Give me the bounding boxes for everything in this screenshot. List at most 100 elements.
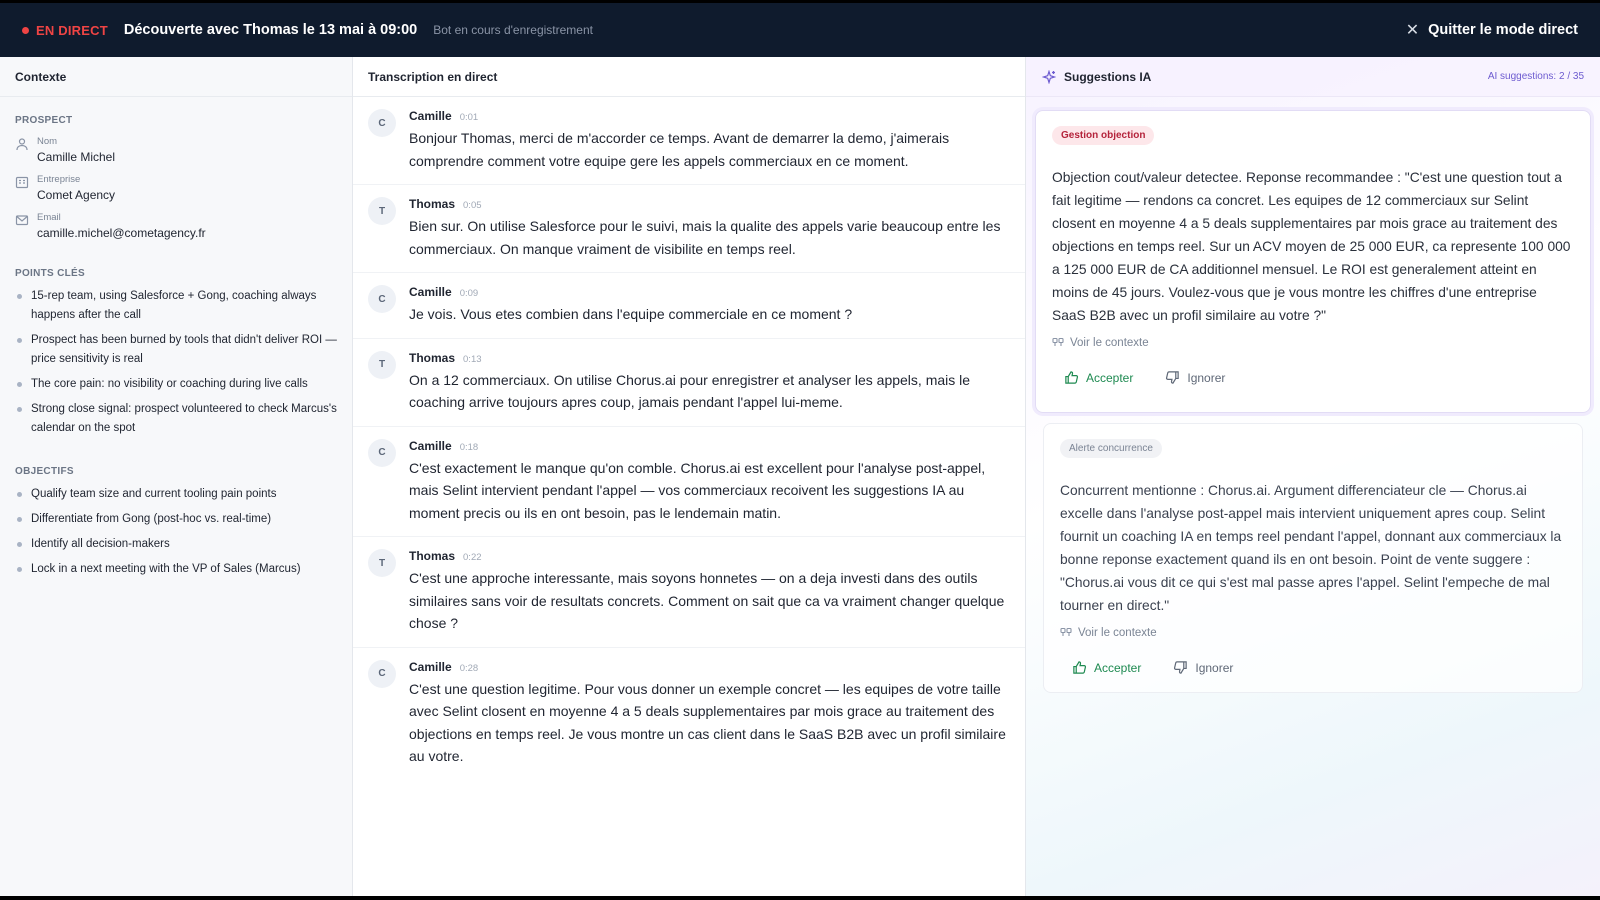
message-text: On a 12 commerciaux. On utilise Chorus.a… — [409, 371, 971, 411]
view-context-link[interactable]: Voir le contexte — [1052, 337, 1574, 349]
list-item: 15-rep team, using Salesforce + Gong, co… — [15, 287, 337, 325]
live-dot-icon — [22, 26, 29, 34]
transcript-message: C Camille 0:18 C'est exactement le manque… — [353, 427, 1025, 537]
suggestion-text: Concurrent mentionne : Chorus.ai. Argume… — [1060, 483, 1562, 613]
list-item: Differentiate from Gong (post-hoc vs. re… — [15, 510, 337, 529]
speaker-name: Camille — [409, 659, 452, 674]
transcript-panel-title: Transcription en direct — [353, 57, 1025, 97]
avatar: C — [368, 285, 396, 313]
prospect-email-label: Email — [37, 212, 61, 223]
bullet-icon — [17, 517, 22, 522]
key-point-text: Strong close signal: prospect volunteere… — [31, 403, 337, 434]
avatar: C — [368, 438, 396, 467]
objective-text: Lock in a next meeting with the VP of Sa… — [31, 563, 301, 575]
bullet-icon — [17, 492, 22, 497]
message-timestamp: 0:09 — [459, 288, 479, 299]
prospect-email-field: Email camille.michel@cometagency.fr — [15, 212, 337, 240]
ignore-label: Ignorer — [1187, 370, 1226, 385]
message-text: Je vois. Vous etes combien dans l'equipe… — [409, 306, 853, 322]
accept-label: Accepter — [1086, 370, 1134, 385]
list-item: Prospect has been burned by tools that d… — [15, 331, 337, 369]
main-area: Contexte PROSPECT Nom Camille Michel Ent… — [0, 57, 1600, 896]
thumbs-up-icon — [1065, 371, 1079, 384]
ignore-label: Ignorer — [1195, 660, 1234, 675]
speaker-name: Thomas — [409, 549, 456, 563]
quit-label: Quitter le mode direct — [1428, 22, 1578, 38]
suggestion-card-objection: Gestion objection Objection cout/valeur … — [1035, 110, 1591, 413]
suggestion-badge: Gestion objection — [1052, 126, 1155, 145]
meeting-title: Découverte avec Thomas le 13 mai à 09:00 — [123, 22, 418, 38]
prospect-email-value: camille.michel@cometagency.fr — [37, 226, 206, 240]
accept-button[interactable]: Accepter — [1060, 653, 1153, 682]
list-item: Lock in a next meeting with the VP of Sa… — [15, 560, 337, 579]
objectives-list: Qualify team size and current tooling pa… — [15, 485, 337, 579]
transcript-message: C Camille 0:28 C'est une question legitim… — [353, 648, 1025, 780]
bullet-icon — [17, 407, 22, 412]
prospect-company-field: Entreprise Comet Agency — [15, 174, 337, 202]
live-header-bar: EN DIRECT Découverte avec Thomas le 13 m… — [0, 0, 1600, 57]
speaker-name: Thomas — [409, 350, 456, 365]
thumbs-up-icon — [1073, 661, 1087, 674]
suggestion-actions: Accepter Ignorer — [1060, 653, 1566, 682]
transcript-message: T Thomas 0:22 C'est une approche interess… — [353, 537, 1025, 648]
list-item: Qualify team size and current tooling pa… — [15, 485, 337, 504]
building-icon — [15, 176, 29, 189]
context-panel: Contexte PROSPECT Nom Camille Michel Ent… — [0, 57, 353, 896]
key-points-list: 15-rep team, using Salesforce + Gong, co… — [15, 287, 337, 438]
bullet-icon — [17, 542, 22, 547]
avatar: C — [368, 109, 396, 137]
view-context-label: Voir le contexte — [1078, 627, 1157, 639]
ignore-button[interactable]: Ignorer — [1153, 363, 1237, 392]
live-indicator: EN DIRECT — [22, 23, 108, 38]
objectives-section-label: OBJECTIFS — [15, 466, 74, 477]
transcript-message: C Camille 0:09 Je vois. Vous etes combien… — [353, 273, 1025, 339]
avatar: T — [368, 197, 396, 225]
quote-icon — [1052, 337, 1064, 346]
message-timestamp: 0:22 — [463, 552, 482, 563]
list-item: The core pain: no visibility or coaching… — [15, 375, 337, 394]
close-icon: ✕ — [1405, 22, 1420, 39]
transcript-message: T Thomas 0:05 Bien sur. On utilise Salesf… — [353, 185, 1025, 273]
transcript-message: T Thomas 0:13 On a 12 commerciaux. On uti… — [353, 339, 1025, 427]
live-label: EN DIRECT — [36, 22, 108, 38]
user-icon — [16, 138, 28, 151]
key-point-text: The core pain: no visibility or coaching… — [31, 378, 308, 390]
message-timestamp: 0:13 — [463, 353, 482, 365]
ignore-button[interactable]: Ignorer — [1161, 653, 1245, 682]
quit-live-mode-button[interactable]: ✕ Quitter le mode direct — [1406, 20, 1578, 40]
message-timestamp: 0:05 — [463, 200, 482, 211]
key-points-section-label: POINTS CLÉS — [15, 268, 85, 279]
view-context-label: Voir le contexte — [1070, 337, 1149, 349]
message-text: C'est une approche interessante, mais so… — [409, 570, 1005, 631]
message-timestamp: 0:18 — [459, 441, 479, 453]
prospect-name-label: Nom — [37, 136, 58, 147]
ai-suggestions-header: Suggestions IA AI suggestions: 2 / 35 — [1026, 57, 1600, 97]
speaker-name: Thomas — [409, 197, 456, 211]
bullet-icon — [17, 382, 22, 387]
objective-text: Identify all decision-makers — [31, 538, 170, 550]
bullet-icon — [17, 294, 22, 299]
thumbs-down-icon — [1174, 661, 1188, 674]
suggestion-card-competition: Alerte concurrence Concurrent mentionne … — [1043, 423, 1583, 693]
prospect-name-field: Nom Camille Michel — [15, 136, 337, 164]
avatar: T — [368, 350, 396, 379]
transcript-panel: Transcription en direct C Camille 0:01 Bo… — [353, 57, 1026, 896]
accept-button[interactable]: Accepter — [1052, 363, 1145, 392]
ai-suggestions-title: Suggestions IA — [1064, 69, 1152, 84]
list-item: Identify all decision-makers — [15, 535, 337, 554]
message-text: Bonjour Thomas, merci de m'accorder ce t… — [409, 130, 950, 169]
ai-suggestions-panel: Suggestions IA AI suggestions: 2 / 35 Ge… — [1026, 57, 1600, 896]
speaker-name: Camille — [409, 438, 452, 453]
transcript-message: C Camille 0:01 Bonjour Thomas, merci de m… — [353, 97, 1025, 185]
prospect-company-label: Entreprise — [37, 174, 81, 185]
bottom-edge — [0, 896, 1600, 900]
view-context-link[interactable]: Voir le contexte — [1060, 627, 1566, 639]
message-text: C'est exactement le manque qu'on comble.… — [409, 459, 986, 521]
quote-icon — [1060, 627, 1072, 636]
context-panel-title: Contexte — [0, 57, 352, 97]
thumbs-down-icon — [1166, 371, 1180, 384]
prospect-name-value: Camille Michel — [37, 150, 116, 164]
speaker-name: Camille — [409, 285, 452, 299]
app-window: EN DIRECT Découverte avec Thomas le 13 m… — [0, 0, 1600, 900]
accept-label: Accepter — [1094, 660, 1142, 675]
